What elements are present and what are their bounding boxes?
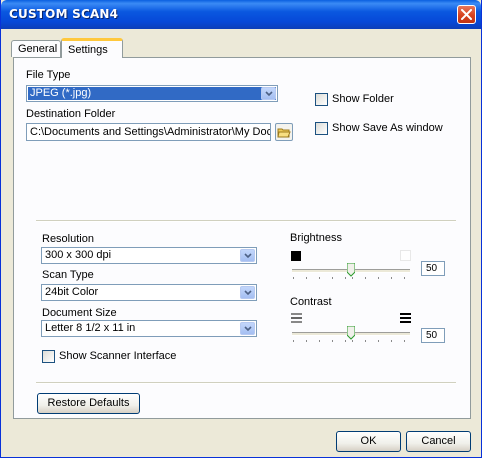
tab-general[interactable]: General <box>11 40 61 57</box>
chevron-down-icon <box>244 253 252 259</box>
show-scanner-interface-box[interactable] <box>42 350 55 363</box>
ok-button[interactable]: OK <box>336 431 401 452</box>
tab-settings-label: Settings <box>68 44 108 56</box>
show-folder-label: Show Folder <box>332 93 394 105</box>
restore-defaults-button[interactable]: Restore Defaults <box>37 393 140 414</box>
close-icon <box>461 9 472 20</box>
brightness-value-box[interactable]: 50 <box>421 261 445 276</box>
show-save-as-label: Show Save As window <box>332 122 443 134</box>
window-title: CUSTOM SCAN4 <box>9 7 119 21</box>
document-size-label: Document Size <box>42 307 117 319</box>
browse-folder-button[interactable] <box>275 123 293 141</box>
scan-type-dropdown-button[interactable] <box>240 286 255 299</box>
chevron-down-icon <box>244 326 252 332</box>
divider-top <box>36 220 456 222</box>
scan-type-label: Scan Type <box>42 269 94 281</box>
folder-icon <box>277 128 291 138</box>
tab-general-label: General <box>18 43 58 55</box>
resolution-label: Resolution <box>42 233 94 245</box>
document-size-dropdown-button[interactable] <box>240 322 255 335</box>
destination-folder-label: Destination Folder <box>26 108 116 120</box>
file-type-dropdown-button[interactable] <box>261 87 276 100</box>
title-bar[interactable]: CUSTOM SCAN4 <box>1 0 481 29</box>
file-type-value: JPEG (*.jpg) <box>28 87 276 100</box>
settings-panel: File Type JPEG (*.jpg) Destination Folde… <box>13 57 471 419</box>
show-scanner-interface-label: Show Scanner Interface <box>59 350 177 362</box>
contrast-high-icon <box>400 313 411 323</box>
file-type-select[interactable]: JPEG (*.jpg) <box>26 85 278 102</box>
contrast-ticks <box>292 340 410 343</box>
contrast-label: Contrast <box>290 296 332 308</box>
brightness-dark-icon <box>291 251 301 261</box>
resolution-select[interactable]: 300 x 300 dpi <box>41 247 257 264</box>
file-type-label: File Type <box>26 69 71 81</box>
chevron-down-icon <box>265 91 273 97</box>
show-folder-box[interactable] <box>315 93 328 106</box>
resolution-dropdown-button[interactable] <box>240 249 255 262</box>
contrast-value-box[interactable]: 50 <box>421 328 445 343</box>
brightness-light-icon <box>400 250 411 261</box>
brightness-slider[interactable] <box>292 263 410 288</box>
ok-label: OK <box>360 435 377 447</box>
contrast-thumb[interactable] <box>347 326 355 340</box>
dialog-window: CUSTOM SCAN4 General Settings File Type … <box>0 0 482 458</box>
cancel-label: Cancel <box>421 435 456 447</box>
chevron-down-icon <box>244 290 252 296</box>
close-button[interactable] <box>457 5 476 24</box>
resolution-value: 300 x 300 dpi <box>45 249 112 261</box>
contrast-low-icon <box>291 313 302 323</box>
document-size-value: Letter 8 1/2 x 11 in <box>45 322 136 334</box>
restore-defaults-label: Restore Defaults <box>47 397 130 409</box>
contrast-slider[interactable] <box>292 326 410 351</box>
destination-folder-input[interactable]: C:\Documents and Settings\Administrator\… <box>26 123 271 141</box>
scan-type-select[interactable]: 24bit Color <box>41 284 257 301</box>
brightness-thumb[interactable] <box>347 263 355 277</box>
scan-type-value: 24bit Color <box>45 286 99 298</box>
document-size-select[interactable]: Letter 8 1/2 x 11 in <box>41 320 257 337</box>
brightness-label: Brightness <box>290 232 342 244</box>
divider-bottom <box>36 382 456 384</box>
brightness-ticks <box>292 277 410 280</box>
show-save-as-box[interactable] <box>315 122 328 135</box>
cancel-button[interactable]: Cancel <box>406 431 471 452</box>
destination-folder-value: C:\Documents and Settings\Administrator\… <box>30 126 271 138</box>
tab-settings[interactable]: Settings <box>61 38 123 58</box>
